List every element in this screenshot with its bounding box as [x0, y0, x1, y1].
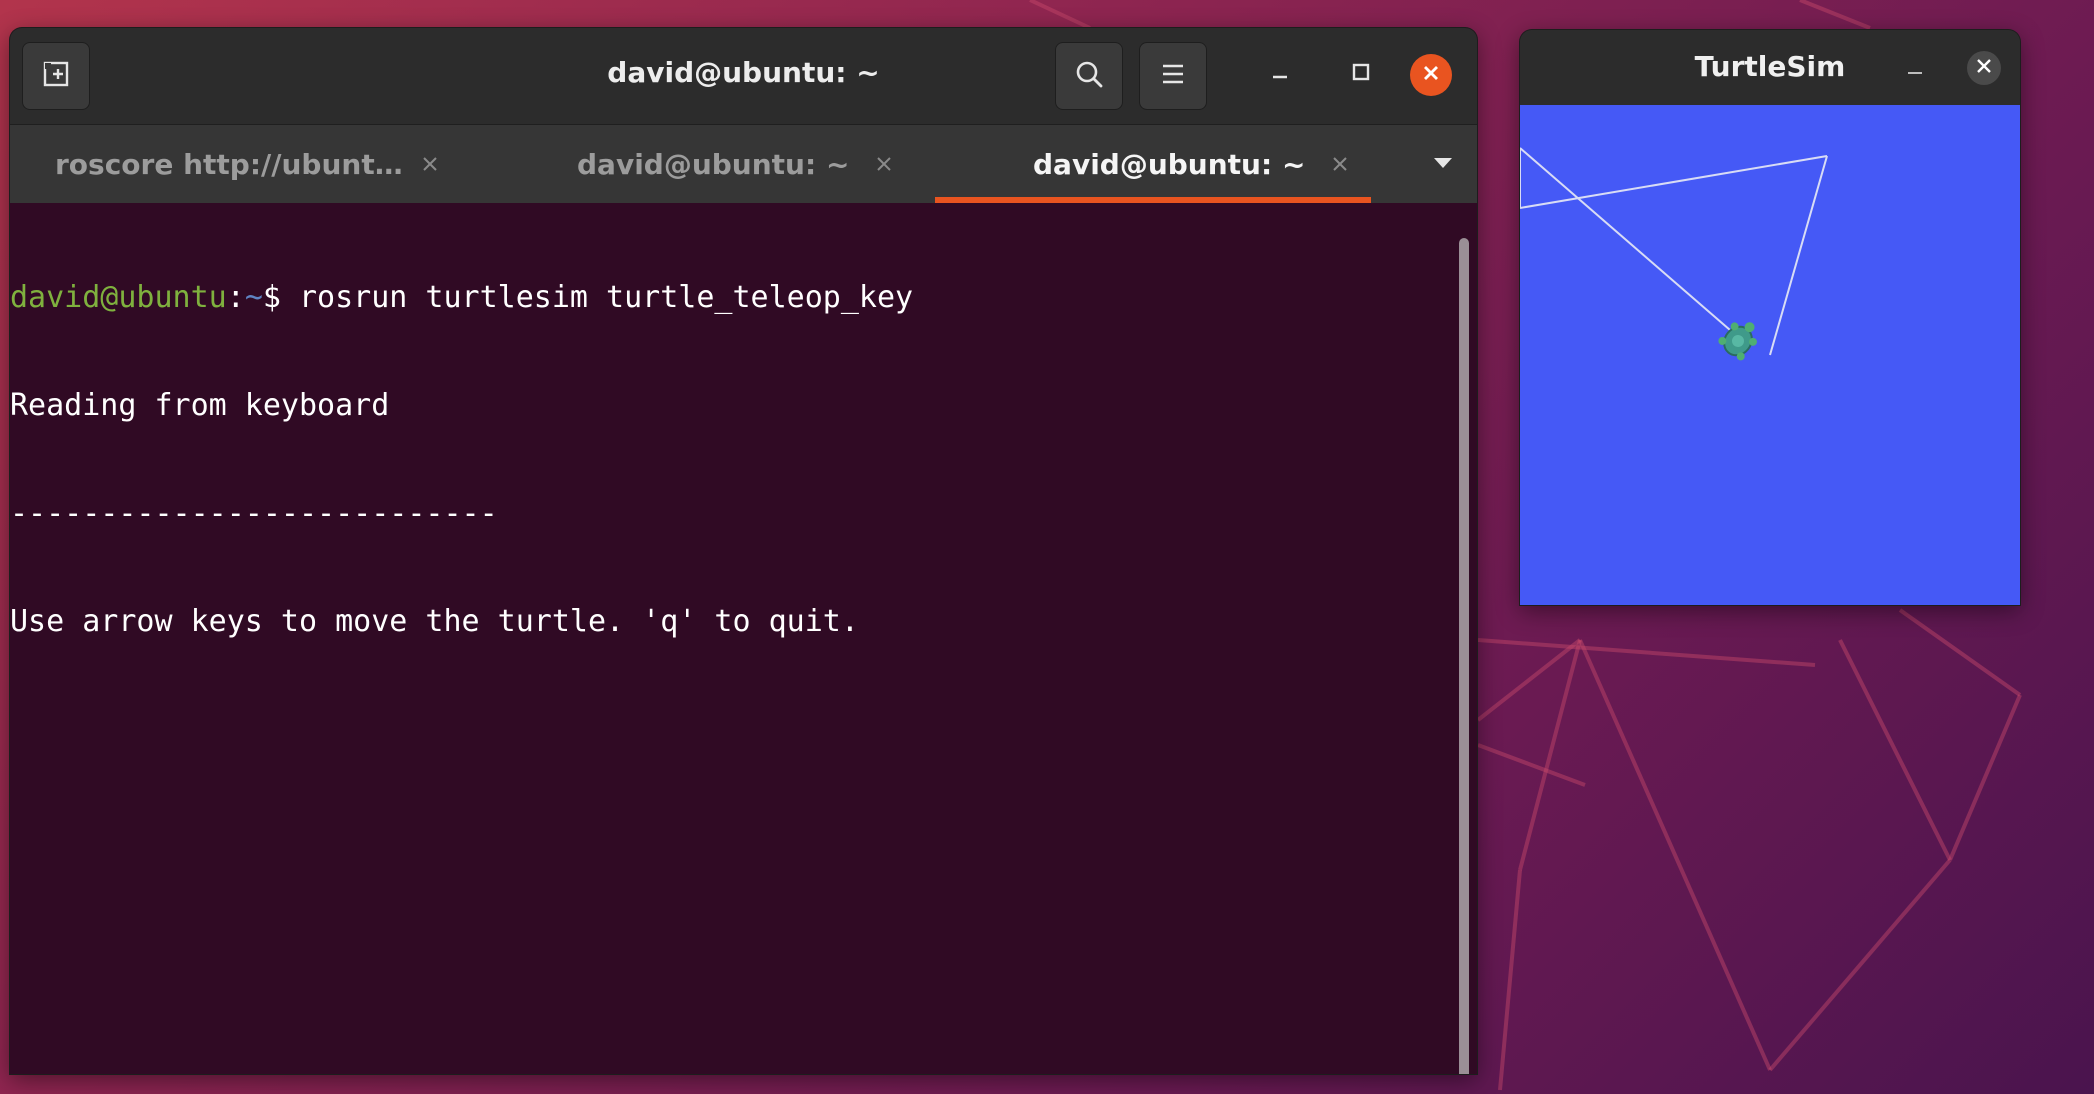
- search-button[interactable]: [1055, 42, 1123, 110]
- close-icon: [1975, 57, 1993, 79]
- terminal-line: Use arrow keys to move the turtle. 'q' t…: [10, 604, 859, 639]
- minimize-icon: [1268, 60, 1292, 88]
- minimize-icon: [1905, 60, 1925, 84]
- turtlesim-title: TurtleSim: [1694, 50, 1846, 83]
- turtle-trail: [1520, 147, 1828, 361]
- terminal-titlebar[interactable]: david@ubuntu: ~: [10, 28, 1477, 125]
- menu-button[interactable]: [1139, 42, 1207, 110]
- close-icon: [1420, 62, 1442, 88]
- terminal-output[interactable]: david@ubuntu:~$ rosrun turtlesim turtle_…: [10, 204, 1460, 1074]
- search-icon: [1073, 58, 1105, 94]
- turtlesim-canvas: [1520, 105, 2020, 605]
- terminal-line: ---------------------------: [10, 496, 498, 531]
- trail-segment: [1769, 155, 1828, 356]
- prompt-path: ~: [244, 280, 263, 315]
- turtlesim-window[interactable]: TurtleSim: [1520, 30, 2020, 605]
- scrollbar[interactable]: [1459, 238, 1469, 1074]
- minimize-button[interactable]: [1256, 50, 1304, 98]
- close-button[interactable]: [1967, 51, 2001, 85]
- tab-list-dropdown[interactable]: [1418, 125, 1468, 203]
- tab-close-icon[interactable]: [415, 149, 445, 179]
- terminal-line: david@ubuntu:~$ rosrun turtlesim turtle_…: [10, 280, 1460, 316]
- maximize-button[interactable]: [1337, 50, 1385, 98]
- trail-segment: [1520, 147, 1731, 331]
- tab-label: david@ubuntu: ~: [1033, 147, 1306, 181]
- prompt-colon: :: [226, 280, 245, 315]
- trail-segment: [1520, 155, 1828, 209]
- close-button[interactable]: [1410, 54, 1452, 96]
- tab-david-2[interactable]: david@ubuntu: ~: [1033, 125, 1373, 203]
- hamburger-menu-icon: [1159, 62, 1187, 90]
- tab-roscore[interactable]: roscore http://ubunt…: [55, 125, 475, 203]
- turtlesim-titlebar[interactable]: TurtleSim: [1520, 30, 2020, 104]
- prompt-user: david@ubuntu: [10, 280, 227, 315]
- tab-close-icon[interactable]: [869, 149, 899, 179]
- chevron-down-icon: [1432, 155, 1454, 174]
- tab-label: david@ubuntu: ~: [577, 147, 850, 181]
- tab-label: roscore http://ubunt…: [55, 147, 403, 181]
- tab-david-1[interactable]: david@ubuntu: ~: [577, 125, 917, 203]
- active-tab-indicator: [935, 197, 1371, 203]
- tab-close-icon[interactable]: [1325, 149, 1355, 179]
- prompt-command: $ rosrun turtlesim turtle_teleop_key: [262, 280, 914, 315]
- terminal-window[interactable]: david@ubuntu: ~ roscore http://ubunt… da…: [10, 28, 1477, 1074]
- turtle-icon: [1718, 322, 1757, 361]
- tab-bar: roscore http://ubunt… david@ubuntu: ~ da…: [10, 125, 1477, 203]
- terminal-line: Reading from keyboard: [10, 388, 390, 423]
- minimize-button[interactable]: [1895, 52, 1935, 92]
- maximize-icon: [1349, 60, 1373, 88]
